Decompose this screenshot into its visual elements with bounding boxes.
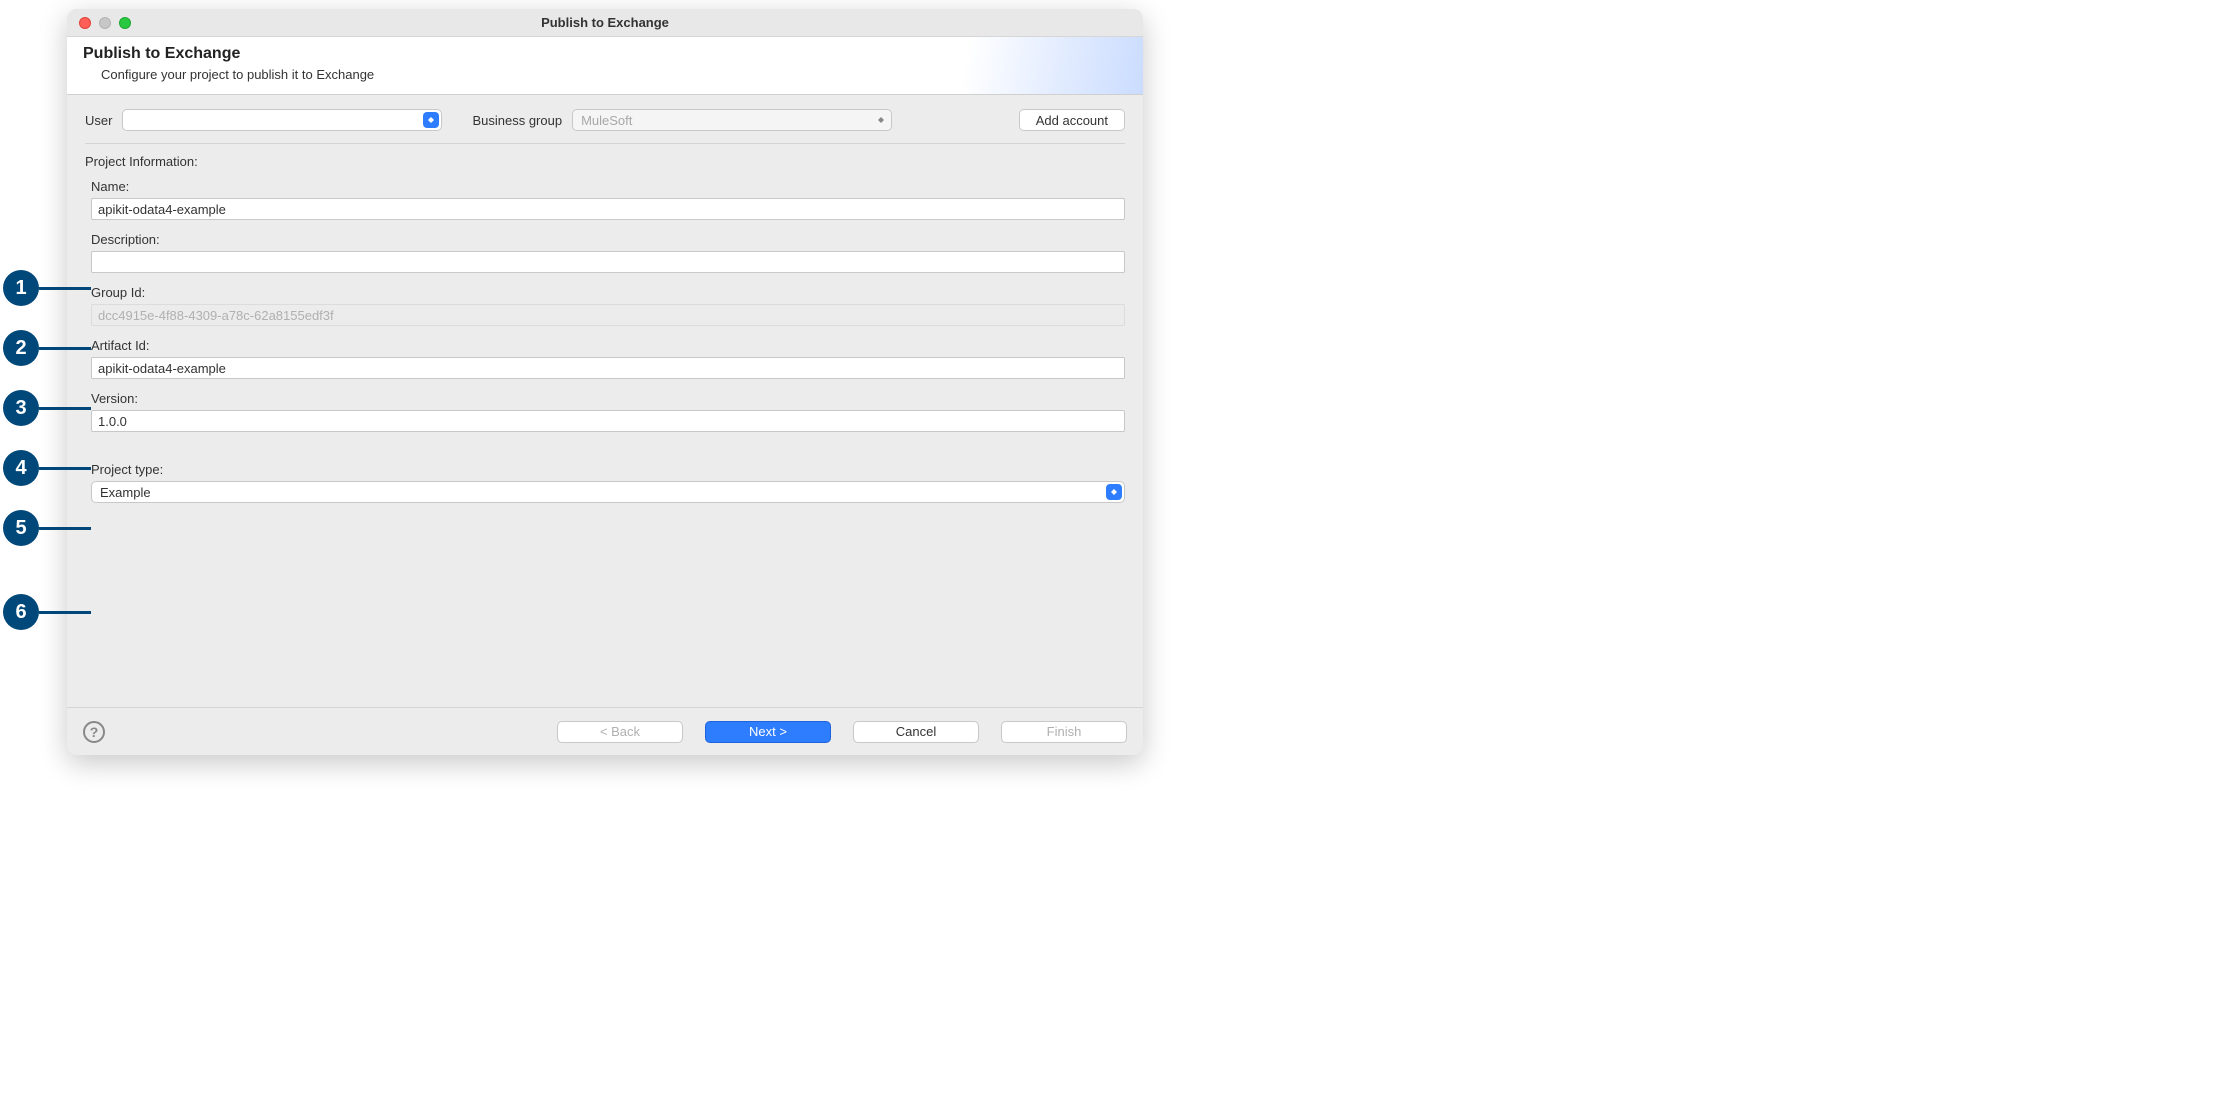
window-title: Publish to Exchange [67, 15, 1143, 30]
group-id-label: Group Id: [91, 285, 1125, 300]
artifact-id-group: Artifact Id: [85, 338, 1125, 379]
add-account-button[interactable]: Add account [1019, 109, 1125, 131]
callout-badge: 1 [3, 270, 39, 306]
window-controls [79, 17, 131, 29]
finish-label: Finish [1047, 724, 1082, 739]
group-id-group: Group Id: [85, 285, 1125, 326]
cancel-button[interactable]: Cancel [853, 721, 979, 743]
project-type-value: Example [100, 485, 151, 500]
chevron-updown-icon [873, 112, 889, 128]
name-label: Name: [91, 179, 1125, 194]
business-group-label: Business group [472, 113, 562, 128]
page-subtitle: Configure your project to publish it to … [101, 67, 1127, 82]
name-group: Name: [85, 179, 1125, 220]
publish-to-exchange-dialog: Publish to Exchange Publish to Exchange … [67, 9, 1143, 755]
chevron-updown-icon [1106, 484, 1122, 500]
account-row: User Business group MuleSoft [85, 109, 1125, 144]
callout-badge: 6 [3, 594, 39, 630]
back-button: < Back [557, 721, 683, 743]
help-icon[interactable]: ? [83, 721, 105, 743]
add-account-label: Add account [1036, 113, 1108, 128]
project-type-select[interactable]: Example [91, 481, 1125, 503]
callout-badge: 3 [3, 390, 39, 426]
dialog-header: Publish to Exchange Configure your proje… [67, 37, 1143, 95]
dialog-footer: ? < Back Next > Cancel Finish [67, 707, 1143, 755]
cancel-label: Cancel [896, 724, 936, 739]
group-id-input [91, 304, 1125, 326]
name-input[interactable] [91, 198, 1125, 220]
next-button[interactable]: Next > [705, 721, 831, 743]
version-group: Version: [85, 391, 1125, 432]
project-type-label: Project type: [91, 462, 1125, 477]
zoom-icon[interactable] [119, 17, 131, 29]
minimize-icon [99, 17, 111, 29]
project-info-header: Project Information: [85, 154, 1125, 169]
back-label: < Back [600, 724, 640, 739]
callout-badge: 4 [3, 450, 39, 486]
version-input[interactable] [91, 410, 1125, 432]
version-label: Version: [91, 391, 1125, 406]
description-input[interactable] [91, 251, 1125, 273]
callout-badge: 2 [3, 330, 39, 366]
description-group: Description: [85, 232, 1125, 273]
finish-button: Finish [1001, 721, 1127, 743]
chevron-updown-icon [423, 112, 439, 128]
business-group-value: MuleSoft [581, 113, 632, 128]
description-label: Description: [91, 232, 1125, 247]
dialog-content: User Business group MuleSoft [67, 95, 1143, 529]
user-label: User [85, 113, 112, 128]
callout-badge: 5 [3, 510, 39, 546]
titlebar: Publish to Exchange [67, 9, 1143, 37]
artifact-id-label: Artifact Id: [91, 338, 1125, 353]
user-select[interactable] [122, 109, 442, 131]
business-group-select: MuleSoft [572, 109, 892, 131]
page-title: Publish to Exchange [83, 45, 1127, 63]
project-type-group: Project type: Example [85, 462, 1125, 503]
artifact-id-input[interactable] [91, 357, 1125, 379]
close-icon[interactable] [79, 17, 91, 29]
next-label: Next > [749, 724, 787, 739]
